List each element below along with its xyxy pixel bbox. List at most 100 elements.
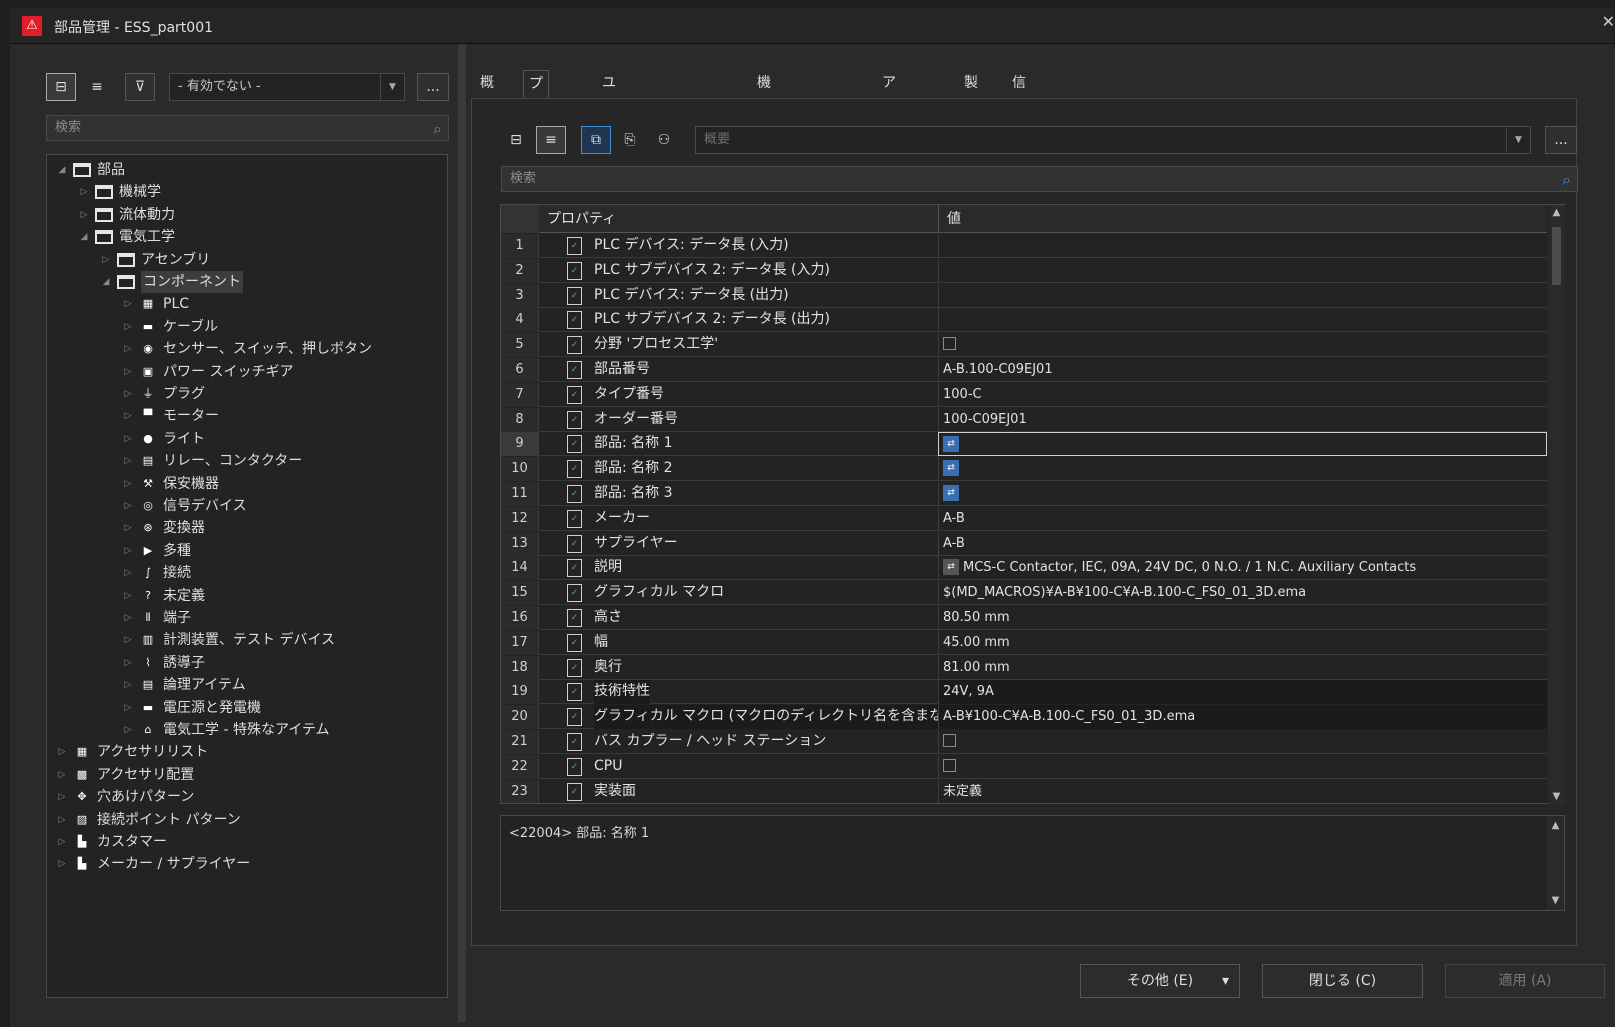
- tree-item[interactable]: ▷ ⫴ 端子: [121, 607, 437, 629]
- expand-toggle-icon[interactable]: ▷: [121, 316, 135, 338]
- tree-item[interactable]: ▷ ▣ パワー スイッチギア: [121, 361, 437, 383]
- column-header-value[interactable]: 値: [938, 205, 1547, 233]
- property-value[interactable]: A-B: [938, 531, 1547, 556]
- table-row[interactable]: 14 ✓ 説明 ⇄ MCS-C Contactor, IEC, 09A, 24V DC,…: [501, 556, 1547, 581]
- filter-select[interactable]: - 有効でない - ▼: [169, 73, 405, 101]
- tab-2[interactable]: ユーザー定義プロパティ: [597, 70, 621, 351]
- scroll-thumb[interactable]: [1552, 227, 1561, 285]
- prop-list-icon[interactable]: ≡: [536, 126, 566, 154]
- table-row[interactable]: 15 ✓ グラフィカル マクロ $(MD_MACROS)¥A-B¥100-C¥A-B.…: [501, 581, 1547, 606]
- expand-toggle-icon[interactable]: ▷: [121, 338, 135, 360]
- apply-button[interactable]: 適用 (A): [1445, 964, 1605, 998]
- property-value[interactable]: [938, 754, 1547, 779]
- table-row[interactable]: 1 ✓ PLC デバイス: データ長 (入力): [501, 234, 1547, 258]
- expand-toggle-icon[interactable]: ◢: [55, 159, 69, 181]
- tab-0[interactable]: 概要: [475, 70, 499, 117]
- row-number[interactable]: 1: [501, 234, 539, 258]
- row-number[interactable]: 3: [501, 283, 539, 308]
- column-header-property[interactable]: プロパティ: [539, 205, 938, 233]
- row-number[interactable]: 7: [501, 382, 539, 407]
- property-value[interactable]: 81.00 mm: [938, 655, 1547, 680]
- row-number[interactable]: 10: [501, 457, 539, 482]
- expand-toggle-icon[interactable]: ◢: [77, 226, 91, 248]
- row-number[interactable]: 16: [501, 606, 539, 630]
- description-scrollbar[interactable]: ▲ ▼: [1547, 816, 1564, 910]
- property-value[interactable]: $(MD_MACROS)¥A-B¥100-C¥A-B.100-C_FS0_01_…: [938, 581, 1547, 606]
- tree-item[interactable]: ▷ ▬ 電圧源と発電機: [121, 697, 437, 719]
- row-number[interactable]: 6: [501, 358, 539, 382]
- expand-toggle-icon[interactable]: ▷: [121, 697, 135, 719]
- other-button[interactable]: その他 (E) ▾: [1080, 964, 1240, 998]
- table-row[interactable]: 23 ✓ 実装面 未定義: [501, 779, 1547, 803]
- property-search-input[interactable]: 検索 ⌕: [501, 166, 1578, 192]
- tab-1[interactable]: プロパティ: [523, 70, 549, 196]
- multilanguage-icon[interactable]: ⇄: [943, 459, 959, 476]
- row-number[interactable]: 21: [501, 730, 539, 754]
- property-value[interactable]: ⇄: [938, 457, 1547, 482]
- tab-5[interactable]: 製造: [959, 70, 983, 117]
- row-number[interactable]: 5: [501, 333, 539, 358]
- tree-item[interactable]: ◢ 電気工学: [77, 226, 437, 248]
- row-number[interactable]: 17: [501, 630, 539, 655]
- expand-toggle-icon[interactable]: ▷: [121, 652, 135, 674]
- table-row[interactable]: 20 ✓ グラフィカル マクロ (マクロのディレクトリ名を含まない) A-B¥100-…: [501, 705, 1547, 730]
- expand-toggle-icon[interactable]: ▷: [55, 764, 69, 786]
- property-value[interactable]: ⇄ MCS-C Contactor, IEC, 09A, 24V DC, 0 N.…: [938, 556, 1547, 581]
- tree-item[interactable]: ▷ ▦ アクセサリリスト: [55, 741, 437, 763]
- row-number[interactable]: 12: [501, 506, 539, 531]
- checkbox[interactable]: [943, 337, 956, 351]
- property-value[interactable]: A-B: [938, 506, 1547, 531]
- tree-item[interactable]: ▷ ▦ PLC: [121, 293, 437, 315]
- property-grid[interactable]: プロパティ 値 1 ✓ PLC デバイス: データ長 (入力) 2 ✓ PLC サブデバイ…: [500, 204, 1565, 804]
- tree-item[interactable]: ▷ ⏚ プラグ: [121, 383, 437, 405]
- tree-search-input[interactable]: 検索 ⌕: [46, 115, 449, 141]
- expand-toggle-icon[interactable]: ▷: [121, 629, 135, 651]
- property-value[interactable]: ⇄: [938, 482, 1547, 506]
- scroll-up-icon[interactable]: ▲: [1548, 207, 1565, 218]
- row-number[interactable]: 18: [501, 655, 539, 680]
- search-icon[interactable]: ⌕: [433, 117, 442, 141]
- filter-icon[interactable]: ⊽: [125, 73, 155, 101]
- multilanguage-icon[interactable]: ⇄: [943, 435, 959, 452]
- tree-item[interactable]: ▷ アセンブリ: [99, 249, 437, 271]
- scroll-up-icon[interactable]: ▲: [1547, 820, 1564, 831]
- expand-toggle-icon[interactable]: ▷: [121, 293, 135, 315]
- expand-toggle-icon[interactable]: ▷: [121, 450, 135, 472]
- parts-tree[interactable]: ◢ 部品 ▷ 機械学 ▷ 流体動力 ◢ 電気工学 ▷ アセンブリ ◢ コンポーネント ▷ ▦ PLC ▷ ▬ ケー…: [46, 154, 448, 998]
- table-row[interactable]: 10 ✓ 部品: 名称 2 ⇄: [501, 457, 1547, 482]
- property-value[interactable]: A-B.100-C09EJ01: [938, 358, 1547, 382]
- property-value[interactable]: 100-C: [938, 382, 1547, 407]
- property-value[interactable]: 80.50 mm: [938, 606, 1547, 630]
- expand-toggle-icon[interactable]: ▷: [55, 853, 69, 875]
- tree-item[interactable]: ▷ 流体動力: [77, 204, 437, 226]
- table-row[interactable]: 3 ✓ PLC デバイス: データ長 (出力): [501, 283, 1547, 308]
- expand-toggle-icon[interactable]: ▷: [121, 517, 135, 539]
- expand-toggle-icon[interactable]: ▷: [121, 719, 135, 741]
- table-row[interactable]: 8 ✓ オーダー番号 100-C09EJ01: [501, 407, 1547, 432]
- tree-item[interactable]: ▷ ⌂ 電気工学 - 特殊なアイテム: [121, 719, 437, 741]
- tree-item[interactable]: ▷ ▤ 論理アイテム: [121, 674, 437, 696]
- expand-toggle-icon[interactable]: ▷: [121, 540, 135, 562]
- prop-tree-icon[interactable]: ⊟: [501, 126, 531, 154]
- tree-item[interactable]: ▷ ▀ モーター: [121, 405, 437, 427]
- search-icon[interactable]: ⌕: [1562, 168, 1571, 192]
- tree-item[interactable]: ▷ ⊛ 変換器: [121, 517, 437, 539]
- tree-item[interactable]: ▷ ▩ アクセサリ配置: [55, 764, 437, 786]
- row-number[interactable]: 13: [501, 531, 539, 556]
- property-value[interactable]: [938, 333, 1547, 358]
- property-value[interactable]: [938, 308, 1547, 333]
- tree-item[interactable]: ▷ ◉ センサー、スイッチ、押しボタン: [121, 338, 437, 360]
- row-number[interactable]: 20: [501, 705, 539, 730]
- tree-item[interactable]: ▷ ⚒ 保安機器: [121, 473, 437, 495]
- row-number[interactable]: 22: [501, 754, 539, 779]
- property-value[interactable]: 45.00 mm: [938, 630, 1547, 655]
- expand-toggle-icon[interactable]: ▷: [121, 473, 135, 495]
- filter-more-button[interactable]: ...: [417, 73, 449, 101]
- row-number[interactable]: 11: [501, 482, 539, 506]
- expand-toggle-icon[interactable]: ▷: [121, 674, 135, 696]
- property-value[interactable]: [938, 283, 1547, 308]
- table-row[interactable]: 18 ✓ 奥行 81.00 mm: [501, 655, 1547, 680]
- tree-item[interactable]: ◢ コンポーネント: [99, 271, 437, 293]
- expand-toggle-icon[interactable]: ▷: [121, 428, 135, 450]
- tree-item[interactable]: ▷ ▥ 計測装置、テスト デバイス: [121, 629, 437, 651]
